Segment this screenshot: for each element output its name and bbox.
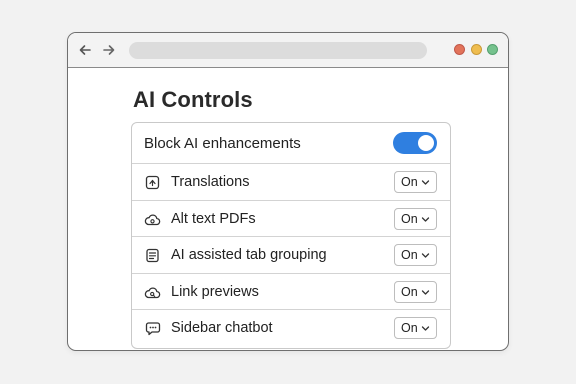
alt-text-select[interactable]: On [394, 207, 437, 230]
list-item-sidebar-chatbot: Sidebar chatbot On [132, 310, 450, 347]
back-button[interactable] [77, 42, 93, 58]
select-value: On [401, 284, 418, 299]
cloud-search-icon [144, 284, 161, 301]
select-value: On [401, 211, 418, 226]
chevron-down-icon [421, 216, 430, 222]
block-ai-label: Block AI enhancements [144, 135, 301, 152]
list-item-tab-grouping: AI assisted tab grouping On [132, 237, 450, 274]
chat-icon [144, 320, 161, 337]
block-ai-row: Block AI enhancements [132, 123, 450, 164]
chevron-down-icon [421, 289, 430, 295]
list-item-translations: Translations On [132, 164, 450, 201]
list-item-alt-text-pdfs: Alt text PDFs On [132, 201, 450, 237]
block-ai-toggle[interactable] [393, 132, 437, 154]
list-item-label: Link previews [171, 283, 259, 300]
page-title: AI Controls [133, 87, 253, 112]
translate-icon [144, 174, 161, 191]
select-value: On [401, 175, 418, 189]
browser-window: AI Controls Block AI enhancements Transl… [67, 32, 509, 351]
select-value: On [401, 248, 418, 262]
maximize-window-button[interactable] [487, 44, 498, 55]
list-item-label: Alt text PDFs [171, 210, 256, 227]
toggle-knob [418, 135, 434, 151]
list-item-label: Translations [171, 174, 250, 190]
link-previews-select[interactable]: On [394, 280, 437, 303]
tab-grouping-select[interactable]: On [394, 244, 437, 266]
forward-button[interactable] [101, 42, 117, 58]
chevron-down-icon [421, 326, 430, 331]
sidebar-chatbot-select[interactable]: On [394, 317, 437, 339]
select-value: On [401, 321, 418, 335]
arrow-left-icon [79, 45, 91, 55]
tabs-icon [144, 247, 161, 264]
address-bar[interactable] [129, 42, 427, 59]
list-item-label: Sidebar chatbot [171, 320, 273, 336]
cloud-icon [144, 211, 161, 228]
translations-select[interactable]: On [394, 171, 437, 193]
chevron-down-icon [421, 180, 430, 185]
chevron-down-icon [421, 253, 430, 258]
browser-toolbar [68, 33, 508, 68]
arrow-right-icon [103, 45, 115, 55]
ai-controls-panel: Block AI enhancements Translations On Al… [131, 122, 451, 349]
list-item-label: AI assisted tab grouping [171, 247, 327, 263]
list-item-link-previews: Link previews On [132, 274, 450, 310]
close-window-button[interactable] [454, 44, 465, 55]
minimize-window-button[interactable] [471, 44, 482, 55]
